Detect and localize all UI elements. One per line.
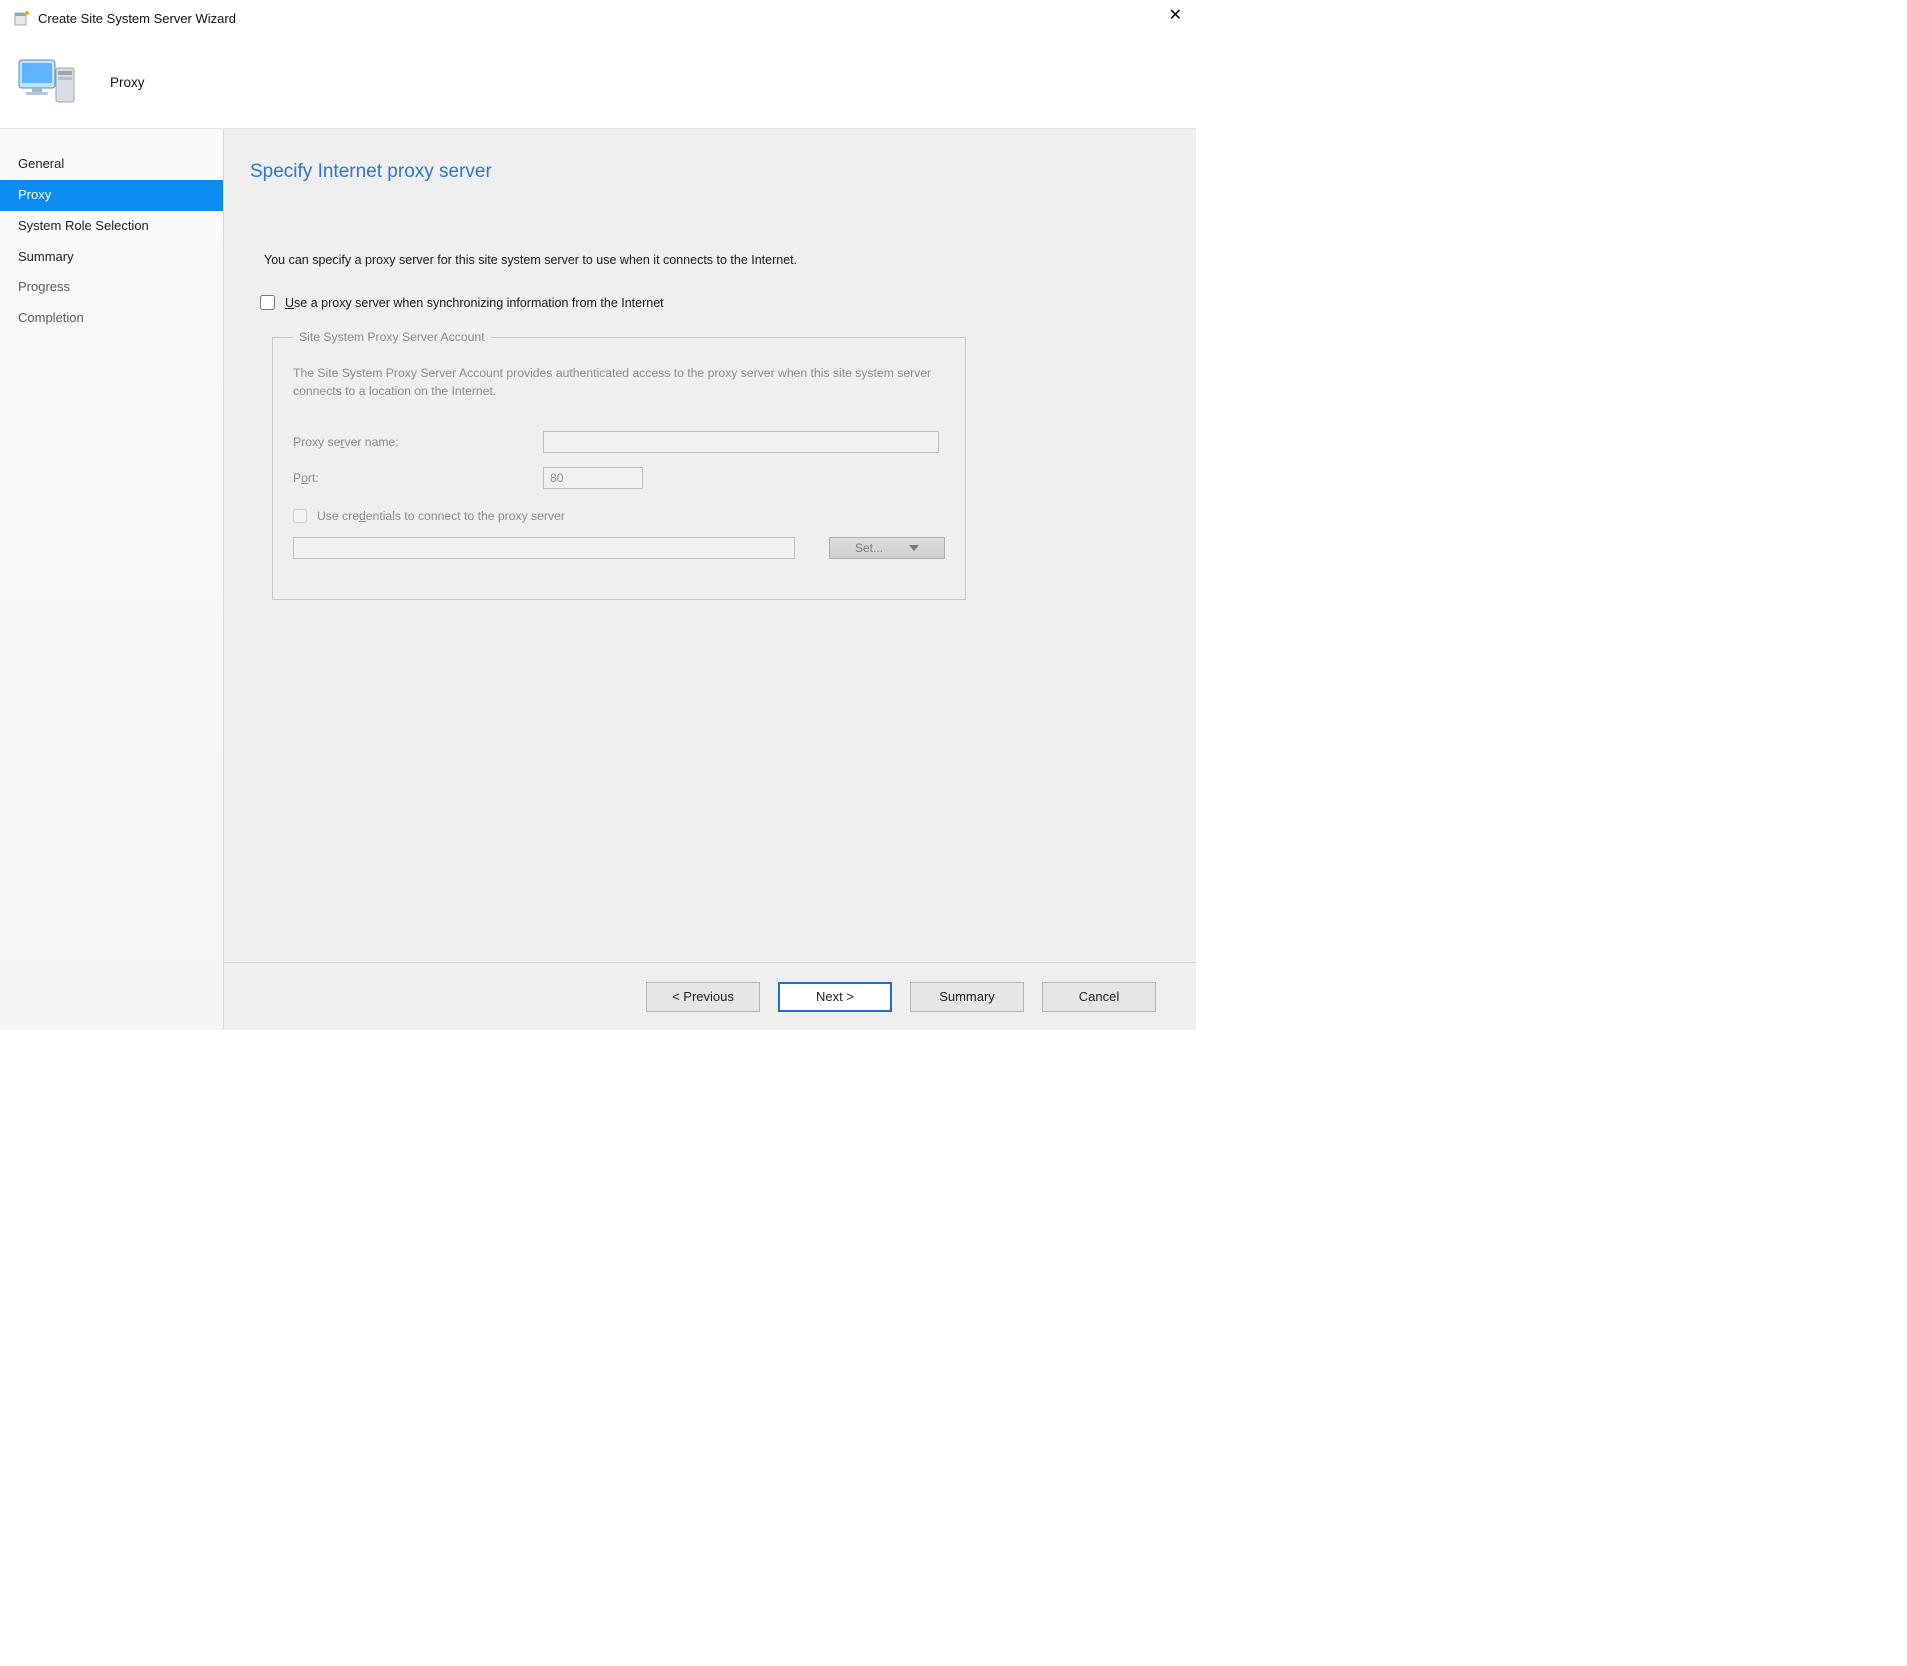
next-button[interactable]: Next > <box>778 982 892 1012</box>
port-row: Port: <box>293 467 945 489</box>
proxy-account-group: Site System Proxy Server Account The Sit… <box>272 330 966 600</box>
use-credentials-checkbox[interactable] <box>293 509 307 523</box>
sidebar-item-proxy[interactable]: Proxy <box>0 180 223 211</box>
credentials-row: Set... <box>293 537 945 559</box>
banner-step-name: Proxy <box>110 75 145 90</box>
proxy-account-description: The Site System Proxy Server Account pro… <box>293 364 945 401</box>
use-proxy-label[interactable]: Use a proxy server when synchronizing in… <box>285 296 664 310</box>
sidebar-item-completion[interactable]: Completion <box>0 303 223 334</box>
proxy-name-label: Proxy server name: <box>293 435 543 449</box>
computer-icon <box>16 50 80 114</box>
use-proxy-checkbox[interactable] <box>260 295 275 310</box>
summary-button[interactable]: Summary <box>910 982 1024 1012</box>
proxy-account-legend: Site System Proxy Server Account <box>293 330 491 344</box>
set-button-label: Set... <box>855 541 883 555</box>
use-credentials-label: Use credentials to connect to the proxy … <box>317 509 565 523</box>
wizard-steps-sidebar: General Proxy System Role Selection Summ… <box>0 129 223 1030</box>
chevron-down-icon <box>909 545 919 551</box>
page-description: You can specify a proxy server for this … <box>264 253 1196 267</box>
page-heading: Specify Internet proxy server <box>250 161 1196 183</box>
set-button[interactable]: Set... <box>829 537 945 559</box>
window-title: Create Site System Server Wizard <box>38 11 236 26</box>
proxy-name-row: Proxy server name: <box>293 431 945 453</box>
use-proxy-row: Use a proxy server when synchronizing in… <box>260 295 1196 310</box>
credentials-input[interactable] <box>293 537 795 559</box>
banner: Proxy <box>0 36 1196 128</box>
previous-button[interactable]: < Previous <box>646 982 760 1012</box>
sidebar-item-progress[interactable]: Progress <box>0 272 223 303</box>
content-pane: Specify Internet proxy server You can sp… <box>223 129 1196 1030</box>
sidebar-item-general[interactable]: General <box>0 149 223 180</box>
sidebar-item-system-role-selection[interactable]: System Role Selection <box>0 211 223 242</box>
proxy-name-input[interactable] <box>543 431 939 453</box>
app-icon <box>14 10 30 26</box>
use-credentials-row: Use credentials to connect to the proxy … <box>293 509 945 523</box>
port-label: Port: <box>293 471 543 485</box>
titlebar: Create Site System Server Wizard ✕ <box>0 0 1196 36</box>
wizard-footer: < Previous Next > Summary Cancel <box>224 962 1196 1030</box>
sidebar-item-summary[interactable]: Summary <box>0 242 223 273</box>
cancel-button[interactable]: Cancel <box>1042 982 1156 1012</box>
body: General Proxy System Role Selection Summ… <box>0 128 1196 1030</box>
port-input[interactable] <box>543 467 643 489</box>
close-icon[interactable]: ✕ <box>1169 8 1182 24</box>
